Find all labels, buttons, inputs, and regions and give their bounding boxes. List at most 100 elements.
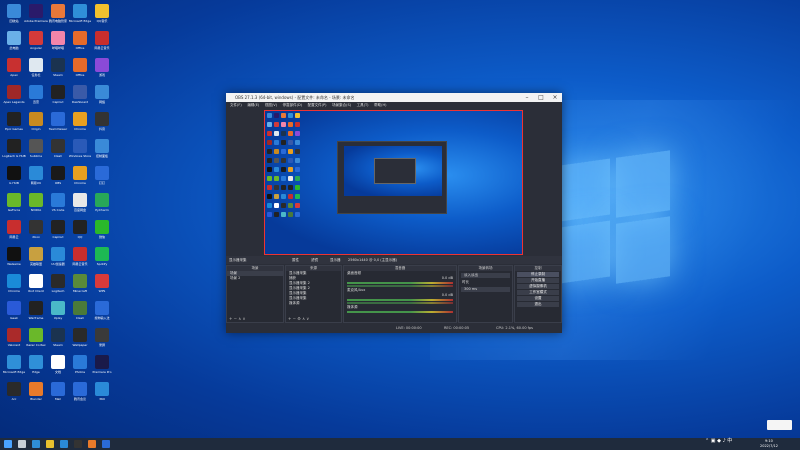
desktop-icon[interactable]: 抖音	[90, 110, 114, 134]
preview-icon	[281, 131, 286, 136]
preview-icon	[281, 140, 286, 145]
desktop-icon[interactable]: 搜狗输入法	[90, 299, 114, 323]
menu-docks[interactable]: 停靠部件(D)	[283, 102, 302, 109]
desktop-icon[interactable]: Premiere Pro	[90, 353, 114, 377]
preview-icon	[267, 194, 272, 199]
desktop-icon-glyph	[73, 193, 87, 207]
preview-icon	[281, 194, 286, 199]
file-explorer-icon[interactable]	[46, 440, 54, 448]
menu-edit[interactable]: 编辑(E)	[247, 102, 259, 109]
desktop-icon[interactable]: Spotify	[90, 245, 114, 269]
transitions-dock-title: 场景转场	[459, 266, 512, 271]
notification-popup[interactable]	[767, 420, 792, 430]
stop-recording-button[interactable]: 停止录制	[517, 272, 559, 277]
filters-button[interactable]: 滤镜	[311, 256, 318, 264]
desktop-icon[interactable]: 控制面板	[90, 137, 114, 161]
search-icon[interactable]	[18, 440, 26, 448]
desktop-icon-glyph	[7, 247, 21, 261]
volume-slider[interactable]	[347, 302, 453, 304]
preview-icon	[281, 158, 286, 163]
desktop-icon[interactable]: 网易云音乐	[90, 29, 114, 53]
desktop-icon[interactable]: 360	[90, 380, 114, 404]
preview-icon	[274, 203, 279, 208]
desktop-icon-glyph	[95, 31, 109, 45]
menu-profile[interactable]: 配置文件(P)	[308, 102, 327, 109]
menu-scene-collection[interactable]: 场景集合(S)	[332, 102, 351, 109]
desktop-icon-label: 微信	[98, 235, 105, 239]
desktop-icon[interactable]: 网络	[90, 83, 114, 107]
desktop-icon-glyph	[73, 382, 87, 396]
sources-dock-footer[interactable]: + − ⚙ ∧ ∨	[286, 316, 343, 322]
desktop-icon-glyph	[73, 166, 87, 180]
display-select[interactable]: 2560x1440 @ 0,0 (主显示器)	[348, 256, 397, 264]
exit-button[interactable]: 退出	[517, 302, 559, 307]
preview-icon	[288, 203, 293, 208]
store-icon[interactable]	[60, 440, 68, 448]
desktop-icon[interactable]: WPS	[90, 272, 114, 296]
close-button[interactable]: ×	[548, 93, 562, 102]
desktop-icon-glyph	[29, 4, 43, 18]
desktop-icon-glyph	[95, 58, 109, 72]
desktop-icon[interactable]: 钉钉	[90, 164, 114, 188]
menu-help[interactable]: 帮助(H)	[374, 102, 386, 109]
volume-slider[interactable]	[347, 285, 453, 287]
desktop-icon[interactable]: 录屏	[90, 326, 114, 350]
tray-icons[interactable]: ⌃ ▣ ◆ ♪ 中	[705, 438, 732, 444]
app-taskbar-icon[interactable]	[88, 440, 96, 448]
maximize-button[interactable]: □	[534, 93, 548, 102]
preview-icon	[295, 140, 300, 145]
desktop-icon-glyph	[51, 193, 65, 207]
minimize-button[interactable]: –	[520, 93, 534, 102]
volume-meter	[347, 311, 453, 313]
desktop-icon-label: PyCharm	[95, 208, 109, 212]
menu-tools[interactable]: 工具(T)	[357, 102, 369, 109]
app-taskbar-icon[interactable]	[102, 440, 110, 448]
scene-item[interactable]: 场景 2	[227, 276, 283, 281]
desktop-icon-glyph	[51, 85, 65, 99]
obs-taskbar-icon[interactable]	[74, 440, 82, 448]
edge-icon[interactable]	[32, 440, 40, 448]
desktop-icon-glyph	[29, 247, 43, 261]
preview-icon	[295, 158, 300, 163]
virtual-camera-button[interactable]: 虚拟摄像机	[517, 284, 559, 289]
preview-icon	[274, 158, 279, 163]
start-streaming-button[interactable]: 开始直播	[517, 278, 559, 283]
desktop-icon[interactable]: PyCharm	[90, 191, 114, 215]
desktop-icon-glyph	[29, 139, 43, 153]
menu-file[interactable]: 文件(F)	[230, 102, 242, 109]
preview-icon	[274, 140, 279, 145]
preview-icon	[288, 185, 293, 190]
duration-input[interactable]: 300 ms	[461, 287, 510, 292]
preview-icon	[295, 149, 300, 154]
transition-select[interactable]: 淡入淡出	[461, 273, 510, 278]
menu-view[interactable]: 视图(V)	[265, 102, 277, 109]
sources-dock: 来源 显示器采集 捕获 显示器采集 2 显示器采集 2 显示器采集 显示器采集 …	[285, 265, 342, 323]
desktop-icon-glyph	[95, 220, 109, 234]
studio-mode-button[interactable]: 工作室模式	[517, 290, 559, 295]
desktop-icon-glyph	[51, 58, 65, 72]
desktop-icon[interactable]: QQ音乐	[90, 2, 114, 26]
settings-button[interactable]: 设置	[517, 296, 559, 301]
preview-icon	[274, 167, 279, 172]
desktop-icon-glyph	[95, 274, 109, 288]
source-item[interactable]: 媒体源	[286, 301, 341, 306]
desktop-icon-glyph	[29, 328, 43, 342]
desktop-icon-glyph	[73, 139, 87, 153]
clock-date[interactable]: 2022/7/12	[760, 443, 778, 449]
desktop-icon-label: 网络	[98, 100, 105, 104]
properties-button[interactable]: 属性	[292, 256, 299, 264]
desktop-icon[interactable]: 游戏	[90, 56, 114, 80]
preview-icon	[295, 131, 300, 136]
desktop-icon-glyph	[7, 193, 21, 207]
desktop-icon-glyph	[95, 139, 109, 153]
title-bar[interactable]: OBS 27.1.3 (64-bit, windows) - 配置文件: 未命名…	[226, 93, 562, 102]
scenes-dock-footer[interactable]: + − ∧ ∨	[227, 316, 285, 322]
desktop-icon-label: QQ音乐	[96, 19, 108, 23]
desktop-icon[interactable]: 微信	[90, 218, 114, 242]
start-icon[interactable]	[4, 440, 12, 448]
window-title: OBS 27.1.3 (64-bit, windows) - 配置文件: 未命名…	[235, 95, 355, 100]
obs-window[interactable]: OBS 27.1.3 (64-bit, windows) - 配置文件: 未命名…	[226, 93, 562, 333]
preview-canvas[interactable]	[264, 110, 523, 255]
preview-icon	[274, 149, 279, 154]
preview-icon	[274, 185, 279, 190]
